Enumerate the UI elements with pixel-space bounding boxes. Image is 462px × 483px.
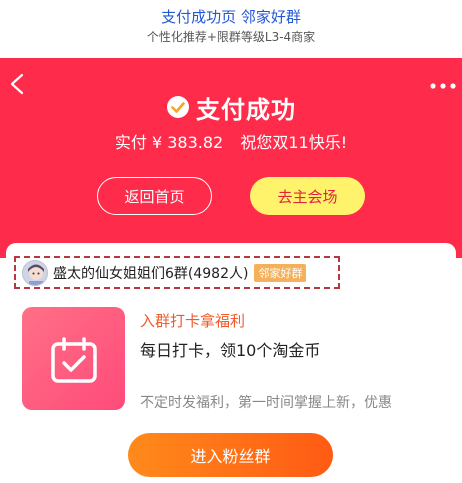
caption-title: 支付成功页 邻家好群: [161, 8, 301, 26]
calendar-check-icon: [51, 337, 97, 383]
avatar-face-icon: [23, 260, 47, 285]
group-badge: 邻家好群: [254, 263, 307, 282]
promo-subtext: 不定时发福利，第一时间掌握上新，优惠: [140, 395, 392, 411]
caption-subtitle: 个性化推荐+限群等级L3-4商家: [146, 30, 316, 44]
main-venue-button[interactable]: 去主会场: [250, 177, 365, 215]
group-name: 盛太的仙女姐姐们6群(4982人): [53, 265, 249, 282]
more-dots-icon[interactable]: [430, 82, 456, 90]
paid-line: 实付 ¥ 383.82 祝您双11快乐!: [0, 129, 462, 153]
greeting-text: 祝您双11快乐!: [240, 133, 348, 152]
promo-icon-tile: [22, 307, 125, 410]
promo-title: 入群打卡拿福利: [140, 312, 246, 330]
status-title: 支付成功: [196, 95, 296, 124]
back-home-button[interactable]: 返回首页: [97, 177, 212, 215]
paid-amount: 实付 ¥ 383.82: [114, 133, 224, 152]
check-circle-icon: [167, 96, 189, 118]
status-row: 支付成功: [0, 90, 462, 124]
join-fan-group-button[interactable]: 进入粉丝群: [128, 433, 333, 477]
group-avatar: [22, 259, 48, 286]
promo-description: 每日打卡，领10个淘金币: [140, 341, 321, 360]
group-info-row[interactable]: 盛太的仙女姐姐们6群(4982人) 邻家好群: [14, 256, 340, 289]
annotation-caption: 支付成功页 邻家好群 个性化推荐+限群等级L3-4商家: [0, 0, 462, 58]
payment-success-header: [0, 58, 462, 258]
